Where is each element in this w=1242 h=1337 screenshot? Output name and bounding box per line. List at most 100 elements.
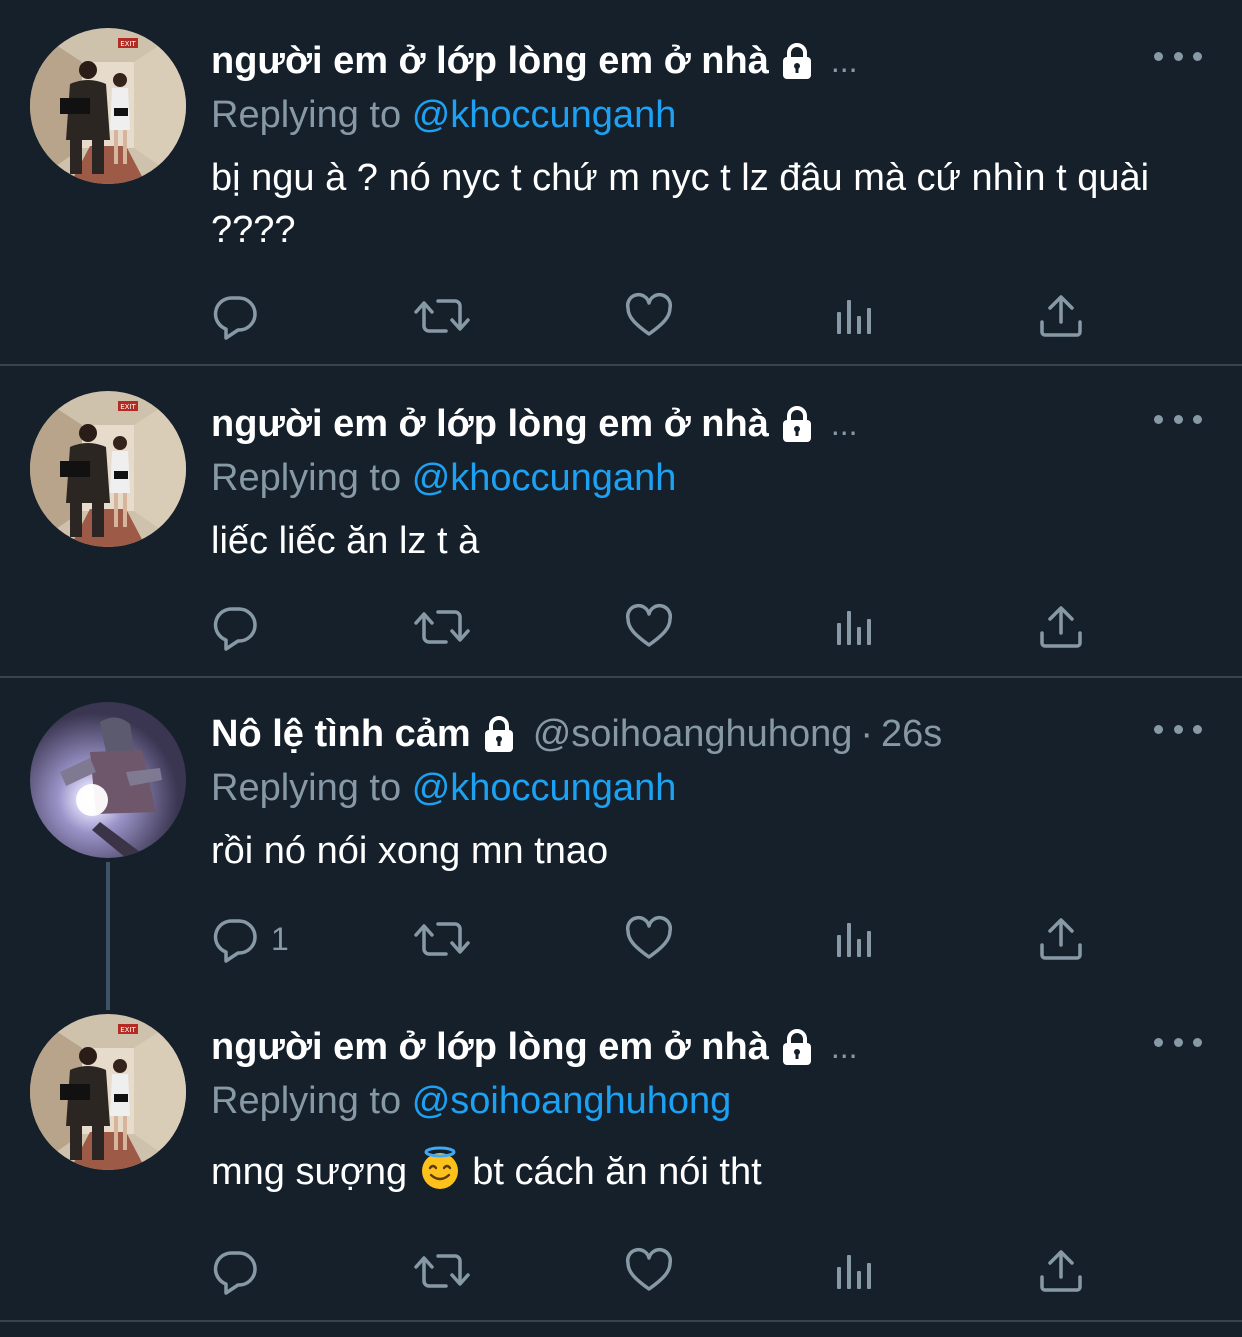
mention-link[interactable]: @khoccunganh — [412, 94, 677, 136]
action-bar — [211, 597, 1111, 657]
action-bar — [211, 286, 1111, 346]
reply-button[interactable]: 1 — [211, 909, 289, 969]
replying-prefix: Replying to — [211, 1080, 402, 1122]
retweet-icon — [414, 603, 470, 651]
timeline: người em ở lớp lòng em ở nhà ... Replyin… — [0, 0, 1242, 1337]
tweet[interactable]: người em ở lớp lòng em ở nhà ... Replyin… — [0, 1008, 1242, 1322]
retweet-icon — [414, 915, 470, 963]
man-woman-hallway-avatar — [30, 1014, 186, 1170]
mention-link[interactable]: @khoccunganh — [412, 457, 677, 499]
analytics-icon — [833, 292, 881, 340]
tweet-text: bị ngu à ? nó nyc t chứ m nyc t lz đâu m… — [211, 157, 1150, 251]
tweet-content: người em ở lớp lòng em ở nhà ... Replyin… — [211, 1018, 1202, 1198]
retweet-icon — [414, 292, 470, 340]
action-bar — [211, 1241, 1111, 1301]
tweet-content: Nô lệ tình cảm @soihoanghuhong · 26s Rep… — [211, 705, 1202, 877]
like-button[interactable] — [625, 286, 673, 346]
smiling-face-with-halo-icon — [418, 1146, 462, 1190]
lock-icon — [777, 41, 817, 81]
share-button[interactable] — [1037, 597, 1085, 657]
name-truncation: ... — [830, 42, 858, 79]
user-handle[interactable]: @soihoanghuhong — [533, 713, 853, 756]
avatar[interactable] — [30, 391, 186, 547]
retweet-button[interactable] — [414, 597, 470, 657]
replying-to: Replying to @khoccunganh — [211, 763, 1202, 813]
retweet-icon — [414, 1247, 470, 1295]
more-dots-icon[interactable] — [1154, 719, 1202, 739]
display-name[interactable]: người em ở lớp lòng em ở nhà — [211, 1026, 769, 1069]
separator-dot: · — [860, 712, 873, 755]
tweet-text: mng sượng bt cách ăn nói tht — [211, 1146, 1202, 1198]
replying-prefix: Replying to — [211, 94, 402, 136]
tweet-header: người em ở lớp lòng em ở nhà ... — [211, 1018, 1202, 1076]
tweet-header: người em ở lớp lòng em ở nhà ... — [211, 395, 1202, 453]
man-woman-hallway-avatar — [30, 391, 186, 547]
tweet-text-before-emoji: mng sượng — [211, 1151, 408, 1193]
reply-button[interactable] — [211, 597, 259, 657]
tweet-text-after-emoji: bt cách ăn nói tht — [472, 1151, 762, 1193]
replying-prefix: Replying to — [211, 767, 402, 809]
analytics-icon — [833, 915, 881, 963]
lock-icon — [777, 404, 817, 444]
timestamp[interactable]: 26s — [881, 713, 942, 756]
display-name[interactable]: người em ở lớp lòng em ở nhà — [211, 403, 769, 446]
replying-to: Replying to @khoccunganh — [211, 90, 1202, 140]
reply-icon — [211, 292, 259, 340]
tweet-content: người em ở lớp lòng em ở nhà ... Replyin… — [211, 32, 1202, 256]
name-truncation: ... — [830, 1028, 858, 1065]
replying-prefix: Replying to — [211, 457, 402, 499]
reply-icon — [211, 1247, 259, 1295]
analytics-icon — [833, 603, 881, 651]
like-button[interactable] — [625, 597, 673, 657]
tweet[interactable]: Nô lệ tình cảm @soihoanghuhong · 26s Rep… — [0, 678, 1242, 1008]
reply-count: 1 — [271, 920, 289, 957]
like-icon — [625, 915, 673, 963]
more-dots-icon[interactable] — [1154, 46, 1202, 66]
analytics-button[interactable] — [833, 909, 881, 969]
retweet-button[interactable] — [414, 286, 470, 346]
tweet-text: liếc liếc ăn lz t à — [211, 520, 480, 562]
display-name[interactable]: Nô lệ tình cảm — [211, 713, 471, 756]
share-button[interactable] — [1037, 909, 1085, 969]
share-icon — [1037, 915, 1085, 963]
tweet[interactable]: người em ở lớp lòng em ở nhà ... Replyin… — [0, 366, 1242, 678]
man-woman-hallway-avatar — [30, 28, 186, 184]
lock-icon — [479, 714, 519, 754]
tweet-header: Nô lệ tình cảm @soihoanghuhong · 26s — [211, 705, 1202, 763]
tweet-header: người em ở lớp lòng em ở nhà ... — [211, 32, 1202, 90]
share-button[interactable] — [1037, 1241, 1085, 1301]
reply-icon — [211, 915, 259, 963]
like-icon — [625, 1247, 673, 1295]
like-icon — [625, 292, 673, 340]
replying-to: Replying to @khoccunganh — [211, 453, 1202, 503]
more-dots-icon[interactable] — [1154, 1032, 1202, 1052]
avatar[interactable] — [30, 702, 186, 858]
action-bar: 1 — [211, 909, 1111, 969]
tweet[interactable]: người em ở lớp lòng em ở nhà ... Replyin… — [0, 0, 1242, 366]
motorbike-rider-avatar — [30, 702, 186, 858]
mention-link[interactable]: @soihoanghuhong — [412, 1080, 732, 1122]
like-icon — [625, 603, 673, 651]
reply-icon — [211, 603, 259, 651]
avatar[interactable] — [30, 28, 186, 184]
replying-to: Replying to @soihoanghuhong — [211, 1076, 1202, 1126]
tweet-text: rồi nó nói xong mn tnao — [211, 830, 609, 872]
share-button[interactable] — [1037, 286, 1085, 346]
share-icon — [1037, 1247, 1085, 1295]
display-name[interactable]: người em ở lớp lòng em ở nhà — [211, 40, 769, 83]
retweet-button[interactable] — [414, 1241, 470, 1301]
lock-icon — [777, 1027, 817, 1067]
tweet-content: người em ở lớp lòng em ở nhà ... Replyin… — [211, 395, 1202, 567]
analytics-button[interactable] — [833, 597, 881, 657]
share-icon — [1037, 603, 1085, 651]
mention-link[interactable]: @khoccunganh — [412, 767, 677, 809]
like-button[interactable] — [625, 909, 673, 969]
more-dots-icon[interactable] — [1154, 409, 1202, 429]
avatar[interactable] — [30, 1014, 186, 1170]
analytics-button[interactable] — [833, 286, 881, 346]
analytics-button[interactable] — [833, 1241, 881, 1301]
reply-button[interactable] — [211, 1241, 259, 1301]
reply-button[interactable] — [211, 286, 259, 346]
like-button[interactable] — [625, 1241, 673, 1301]
retweet-button[interactable] — [414, 909, 470, 969]
